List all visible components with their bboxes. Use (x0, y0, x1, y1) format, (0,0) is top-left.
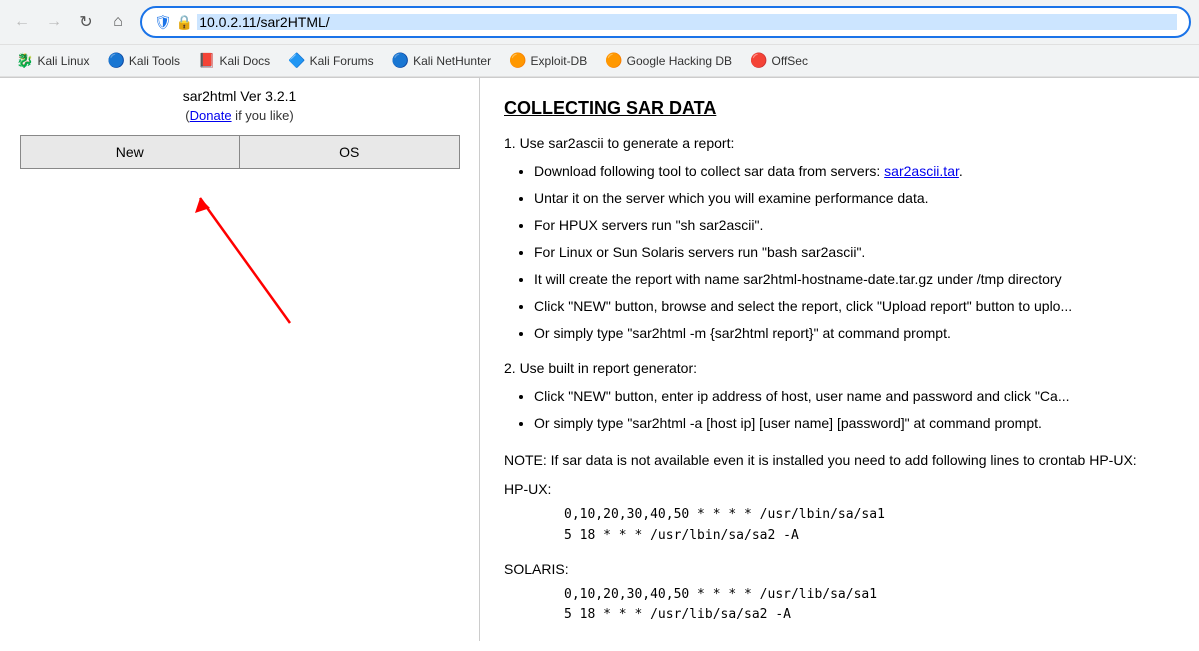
sidebar-buttons: New OS (20, 135, 460, 169)
sidebar: sar2html Ver 3.2.1 (Donate if you like) … (0, 78, 480, 641)
home-button[interactable]: ⌂ (104, 8, 132, 36)
reload-button[interactable]: ↻ (72, 8, 100, 36)
offsec-icon: 🔴 (750, 52, 767, 69)
forward-button[interactable]: → (40, 8, 68, 36)
shield-icon: 🛡 (154, 14, 172, 31)
list-item: Download following tool to collect sar d… (534, 161, 1175, 182)
bookmark-offsec-label: OffSec (772, 54, 808, 68)
bookmark-kali-forums[interactable]: 🔷 Kali Forums (280, 49, 381, 72)
hpux-code-line2: 5 18 * * * /usr/lbin/sa/sa2 -A (564, 526, 1175, 547)
bullet8-text: Click "NEW" button, enter ip address of … (534, 388, 1070, 404)
bullet1-text: Download following tool to collect sar d… (534, 163, 884, 179)
list-item: It will create the report with name sar2… (534, 269, 1175, 290)
kali-linux-icon: 🐉 (16, 52, 33, 69)
kali-nethunter-icon: 🔵 (392, 52, 409, 69)
list-item: Click "NEW" button, enter ip address of … (534, 386, 1175, 407)
list-item: For Linux or Sun Solaris servers run "ba… (534, 242, 1175, 263)
hpux-label: HP-UX: (504, 481, 1175, 497)
list-item: Untar it on the server which you will ex… (534, 188, 1175, 209)
list-item: For HPUX servers run "sh sar2ascii". (534, 215, 1175, 236)
address-text[interactable]: 10.0.2.11/sar2HTML/ (197, 14, 1177, 30)
bookmark-kali-tools[interactable]: 🔵 Kali Tools (99, 49, 188, 72)
bullet5-text: It will create the report with name sar2… (534, 271, 1062, 287)
bookmark-kali-docs[interactable]: 📕 Kali Docs (190, 49, 278, 72)
kali-docs-icon: 📕 (198, 52, 215, 69)
sidebar-title: sar2html Ver 3.2.1 (183, 88, 297, 104)
back-button[interactable]: ← (8, 8, 36, 36)
bookmark-kali-docs-label: Kali Docs (219, 54, 270, 68)
bookmark-google-hacking-label: Google Hacking DB (627, 54, 732, 68)
solaris-code: 0,10,20,30,40,50 * * * * /usr/lib/sa/sa1… (564, 585, 1175, 627)
bullet6-text: Click "NEW" button, browse and select th… (534, 298, 1072, 314)
solaris-code-line2: 5 18 * * * /usr/lib/sa/sa2 -A (564, 605, 1175, 626)
address-bar-container[interactable]: 🛡 🔒 10.0.2.11/sar2HTML/ (140, 6, 1191, 38)
note-text: NOTE: If sar data is not available even … (504, 450, 1175, 471)
bullets-list-2: Click "NEW" button, enter ip address of … (504, 386, 1175, 434)
step2-label: 2. Use built in report generator: (504, 360, 1175, 376)
hpux-code: 0,10,20,30,40,50 * * * * /usr/lbin/sa/sa… (564, 505, 1175, 547)
bookmark-kali-linux[interactable]: 🐉 Kali Linux (8, 49, 97, 72)
bullet7-text: Or simply type "sar2html -m {sar2html re… (534, 325, 951, 341)
bookmark-google-hacking[interactable]: 🟠 Google Hacking DB (597, 49, 740, 72)
solaris-label: SOLARIS: (504, 561, 1175, 577)
sar2ascii-link[interactable]: sar2ascii.tar (884, 163, 959, 179)
page-content: sar2html Ver 3.2.1 (Donate if you like) … (0, 78, 1199, 641)
bullet4-text: For Linux or Sun Solaris servers run "ba… (534, 244, 865, 260)
bookmarks-bar: 🐉 Kali Linux 🔵 Kali Tools 📕 Kali Docs 🔷 … (0, 44, 1199, 77)
page-title: COLLECTING SAR DATA (504, 98, 1175, 119)
kali-forums-icon: 🔷 (288, 52, 305, 69)
browser-toolbar: ← → ↻ ⌂ 🛡 🔒 10.0.2.11/sar2HTML/ (0, 0, 1199, 44)
solaris-code-line1: 0,10,20,30,40,50 * * * * /usr/lib/sa/sa1 (564, 585, 1175, 606)
list-item: Click "NEW" button, browse and select th… (534, 296, 1175, 317)
bookmark-kali-forums-label: Kali Forums (310, 54, 374, 68)
bullet3-text: For HPUX servers run "sh sar2ascii". (534, 217, 763, 233)
donate-link[interactable]: Donate (190, 108, 232, 123)
list-item: Or simply type "sar2html -m {sar2html re… (534, 323, 1175, 344)
bookmark-kali-linux-label: Kali Linux (37, 54, 89, 68)
bookmark-kali-nethunter[interactable]: 🔵 Kali NetHunter (384, 49, 499, 72)
nav-buttons: ← → ↻ ⌂ (8, 8, 132, 36)
bookmark-kali-nethunter-label: Kali NetHunter (413, 54, 491, 68)
browser-chrome: ← → ↻ ⌂ 🛡 🔒 10.0.2.11/sar2HTML/ 🐉 Kali L… (0, 0, 1199, 78)
exploit-db-icon: 🟠 (509, 52, 526, 69)
bullets-list-1: Download following tool to collect sar d… (504, 161, 1175, 344)
bookmark-exploit-db[interactable]: 🟠 Exploit-DB (501, 49, 595, 72)
new-button[interactable]: New (20, 135, 240, 169)
google-hacking-icon: 🟠 (605, 52, 622, 69)
sidebar-subtitle: (Donate if you like) (185, 108, 293, 123)
bullet2-text: Untar it on the server which you will ex… (534, 190, 929, 206)
kali-tools-icon: 🔵 (107, 52, 124, 69)
step1-label: 1. Use sar2ascii to generate a report: (504, 135, 1175, 151)
main-content: COLLECTING SAR DATA 1. Use sar2ascii to … (480, 78, 1199, 641)
bookmark-kali-tools-label: Kali Tools (129, 54, 180, 68)
bullet9-text: Or simply type "sar2html -a [host ip] [u… (534, 415, 1042, 431)
bookmark-exploit-db-label: Exploit-DB (531, 54, 588, 68)
lock-icon: 🔒 (176, 14, 193, 31)
os-button[interactable]: OS (239, 135, 460, 169)
bookmark-offsec[interactable]: 🔴 OffSec (742, 49, 816, 72)
sidebar-subtitle-post: if you like) (232, 108, 294, 123)
hpux-code-line1: 0,10,20,30,40,50 * * * * /usr/lbin/sa/sa… (564, 505, 1175, 526)
list-item: Or simply type "sar2html -a [host ip] [u… (534, 413, 1175, 434)
